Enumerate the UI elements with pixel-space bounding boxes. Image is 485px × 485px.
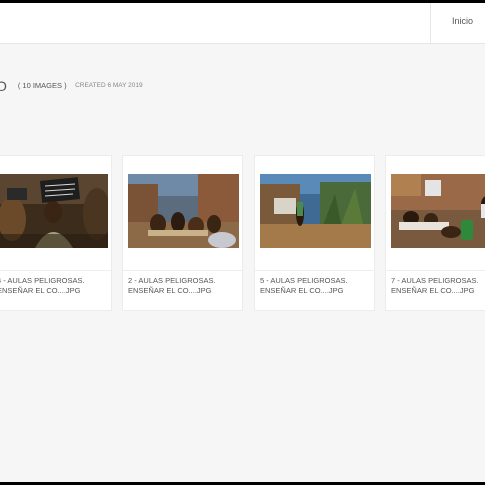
image-caption[interactable]: 7 - AULAS PELIGROSAS. ENSEÑAR EL CO....J… [391, 276, 485, 296]
nav-divider [430, 3, 431, 43]
gallery-page: Inicio O ( 10 IMAGES ) CREATED 6 MAY 201… [0, 3, 485, 482]
image-thumbnail[interactable] [260, 174, 371, 248]
photo-children-writing-floor [391, 174, 485, 248]
image-thumbnail[interactable] [391, 174, 485, 248]
image-card[interactable]: 5 - AULAS PELIGROSAS. ENSEÑAR EL CO....J… [254, 155, 375, 311]
created-date: CREATED 6 MAY 2019 [75, 82, 143, 89]
image-caption[interactable]: 2 - AULAS PELIGROSAS. ENSEÑAR EL CO....J… [128, 276, 240, 296]
image-thumbnail[interactable] [128, 174, 239, 248]
image-card[interactable]: 4 - AULAS PELIGROSAS. ENSEÑAR EL CO....J… [0, 155, 112, 311]
card-divider [255, 270, 374, 271]
image-caption[interactable]: 5 - AULAS PELIGROSAS. ENSEÑAR EL CO....J… [260, 276, 372, 296]
image-thumbnail[interactable] [0, 174, 108, 248]
card-divider [386, 270, 485, 271]
image-count: ( 10 IMAGES ) [17, 81, 67, 90]
image-card[interactable]: 2 - AULAS PELIGROSAS. ENSEÑAR EL CO....J… [122, 155, 243, 311]
card-divider [123, 270, 242, 271]
card-divider [0, 270, 111, 271]
photo-teacher-at-blackboard [260, 174, 371, 248]
image-caption[interactable]: 4 - AULAS PELIGROSAS. ENSEÑAR EL CO....J… [0, 276, 109, 296]
nav-link-inicio[interactable]: Inicio [452, 16, 473, 26]
photo-children-with-slates [0, 174, 108, 248]
image-card[interactable]: 7 - AULAS PELIGROSAS. ENSEÑAR EL CO....J… [385, 155, 485, 311]
gallery-header: O ( 10 IMAGES ) CREATED 6 MAY 2019 [0, 79, 143, 93]
photo-outdoor-class [128, 174, 239, 248]
gallery-title: O [0, 78, 8, 94]
top-navigation-bar: Inicio [0, 3, 485, 44]
